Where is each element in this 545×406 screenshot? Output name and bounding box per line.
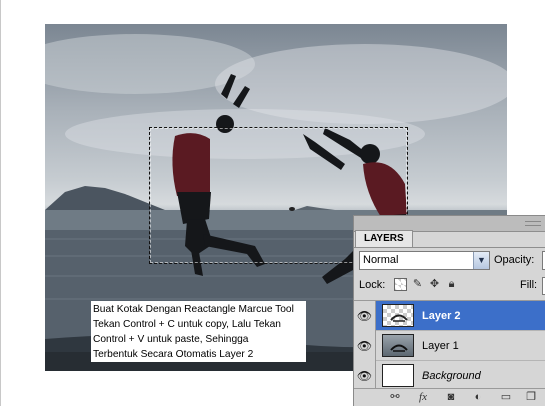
layer-row-layer-1[interactable]: 👁︎ Layer 1: [354, 331, 545, 361]
lock-position-move-icon[interactable]: ✥: [428, 278, 441, 291]
lock-pixels-brush-icon[interactable]: ✎: [411, 278, 424, 291]
layer-name: Layer 2: [422, 310, 461, 322]
blend-opacity-row: Normal ▼ Opacity: 1: [359, 251, 545, 271]
panel-footer: ⚯ fx ◙ ◐ ▭ ❐: [354, 388, 545, 406]
layer-thumbnail: [382, 304, 414, 327]
blend-mode-select[interactable]: Normal ▼: [359, 251, 490, 270]
mask-icon[interactable]: ◙: [444, 391, 458, 404]
eye-icon[interactable]: 👁︎: [354, 301, 376, 331]
folder-icon[interactable]: ▭: [499, 391, 513, 404]
new-layer-icon[interactable]: ❐: [524, 391, 538, 404]
layer-thumbnail: [382, 364, 414, 387]
layer-name: Layer 1: [422, 340, 459, 352]
lock-label: Lock:: [359, 279, 386, 291]
tab-layers[interactable]: LAYERS: [355, 230, 413, 247]
adjustment-icon[interactable]: ◐: [471, 391, 485, 404]
panel-body: Normal ▼ Opacity: 1 Lock: ✎ ✥ 🔒︎ Fill: 1…: [354, 247, 545, 406]
lock-transparency-icon[interactable]: [394, 278, 407, 291]
layers-panel: LAYERS Normal ▼ Opacity: 1 Lock: ✎ ✥ 🔒︎ …: [353, 215, 545, 406]
layer-row-layer-2[interactable]: 👁︎ Layer 2: [354, 301, 545, 331]
fill-label: Fill:: [520, 279, 538, 291]
caption-line-1: Buat Kotak Dengan Reactangle Marcue Tool: [93, 304, 294, 315]
eye-icon[interactable]: 👁︎: [354, 331, 376, 361]
layers-list: 👁︎ Layer 2 👁︎ Layer 1 👁︎ Background: [354, 300, 545, 391]
layer-row-background[interactable]: 👁︎ Background: [354, 361, 545, 391]
caption-line-2: Tekan Control + C untuk copy, Lalu Tekan: [93, 319, 281, 330]
lock-all-icon[interactable]: 🔒︎: [445, 278, 458, 291]
caption-line-4: Terbentuk Secara Otomatis Layer 2: [93, 349, 254, 360]
caption-line-3: Control + V untuk paste, Sehingga: [93, 334, 249, 345]
fx-icon[interactable]: fx: [416, 391, 430, 404]
chevron-down-icon[interactable]: ▼: [473, 252, 489, 269]
blend-mode-value: Normal: [363, 254, 399, 266]
tutorial-caption: Buat Kotak Dengan Reactangle Marcue Tool…: [91, 301, 306, 362]
opacity-label: Opacity:: [494, 254, 535, 266]
eye-icon[interactable]: 👁︎: [354, 361, 376, 391]
layer-name: Background: [422, 370, 481, 382]
left-border-line: [0, 0, 1, 406]
layer-thumbnail: [382, 334, 414, 357]
panel-grip-icon[interactable]: [525, 221, 541, 226]
lock-fill-row: Lock: ✎ ✥ 🔒︎ Fill: 1: [359, 277, 545, 295]
link-icon[interactable]: ⚯: [388, 391, 402, 404]
